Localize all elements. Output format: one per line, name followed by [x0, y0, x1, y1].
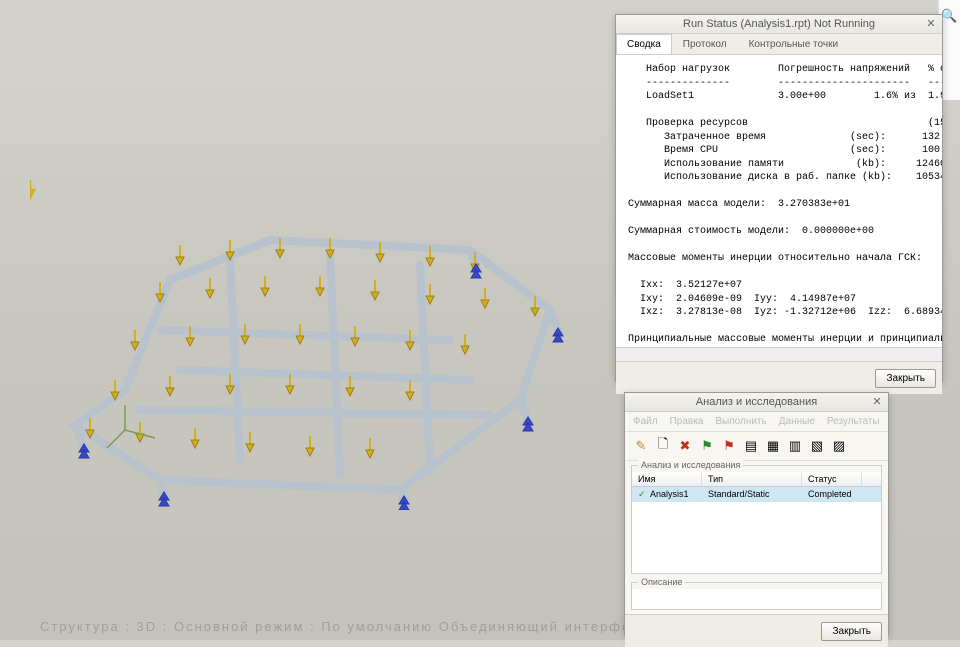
list-header: Имя Тип Статус	[632, 472, 881, 487]
display-icon[interactable]: ▦	[763, 436, 783, 456]
results-icon-2[interactable]: ▧	[807, 436, 827, 456]
run-status-dialog: Run Status (Analysis1.rpt) Not Running ✕…	[615, 14, 943, 382]
menu-file[interactable]: Файл	[633, 416, 658, 427]
analysis-list-group: Анализ и исследования Имя Тип Статус ✓ A…	[631, 465, 882, 574]
run-status-tabs: Сводка Протокол Контрольные точки	[616, 34, 942, 55]
results-icon-1[interactable]: ▥	[785, 436, 805, 456]
list-row[interactable]: ✓ Analysis1 Standard/Static Completed	[632, 487, 881, 502]
results-icon-3[interactable]: ▨	[829, 436, 849, 456]
close-icon[interactable]: ✕	[870, 396, 884, 410]
flag-red-icon[interactable]: ⚑	[719, 436, 739, 456]
list-body[interactable]: ✓ Analysis1 Standard/Static Completed	[632, 487, 881, 573]
delete-icon[interactable]: ✖	[675, 436, 695, 456]
groupbox-label: Анализ и исследования	[638, 460, 743, 470]
check-icon: ✓	[632, 487, 644, 502]
tab-protocol[interactable]: Протокол	[672, 34, 738, 54]
desc-label: Описание	[638, 577, 685, 587]
tab-summary[interactable]: Сводка	[616, 34, 672, 54]
row-name: Analysis1	[644, 487, 702, 502]
report-text[interactable]: Набор нагрузок Погрешность напряжений % …	[616, 55, 942, 347]
report-icon[interactable]: ▤	[741, 436, 761, 456]
close-button[interactable]: Закрыть	[821, 622, 882, 641]
menu-results[interactable]: Результаты	[827, 416, 880, 427]
close-icon[interactable]: ✕	[924, 18, 938, 32]
menu-run[interactable]: Выполнить	[715, 416, 766, 427]
menu-edit[interactable]: Правка	[670, 416, 704, 427]
row-type: Standard/Static	[702, 487, 802, 502]
status-bar: Структура : 3D : Основной режим : По умо…	[40, 619, 649, 634]
description-group: Описание	[631, 582, 882, 610]
model-frame	[30, 180, 590, 510]
tab-checkpoints[interactable]: Контрольные точки	[738, 34, 849, 54]
description-text[interactable]	[632, 589, 881, 609]
flag-green-icon[interactable]: ⚑	[697, 436, 717, 456]
analysis-title[interactable]: Анализ и исследования ✕	[625, 393, 888, 412]
col-name[interactable]: Имя	[632, 472, 702, 486]
new-icon[interactable]: 🗋	[653, 436, 673, 456]
run-status-title-text: Run Status (Analysis1.rpt) Not Running	[683, 18, 875, 30]
analysis-title-text: Анализ и исследования	[696, 396, 817, 408]
edit-icon[interactable]: ✎	[631, 436, 651, 456]
menu-data[interactable]: Данные	[779, 416, 815, 427]
row-status: Completed	[802, 487, 862, 502]
analysis-menu-bar: Файл Правка Выполнить Данные Результаты	[625, 412, 888, 432]
analysis-dialog: Анализ и исследования ✕ Файл Правка Выпо…	[624, 392, 889, 636]
run-status-title[interactable]: Run Status (Analysis1.rpt) Not Running ✕	[616, 15, 942, 34]
scrollbar-horizontal[interactable]	[616, 347, 942, 361]
col-status[interactable]: Статус	[802, 472, 862, 486]
search-icon[interactable]: 🔍	[941, 8, 957, 23]
analysis-toolbar: ✎ 🗋 ✖ ⚑ ⚑ ▤ ▦ ▥ ▧ ▨	[625, 432, 888, 461]
close-button[interactable]: Закрыть	[875, 369, 936, 388]
col-type[interactable]: Тип	[702, 472, 802, 486]
